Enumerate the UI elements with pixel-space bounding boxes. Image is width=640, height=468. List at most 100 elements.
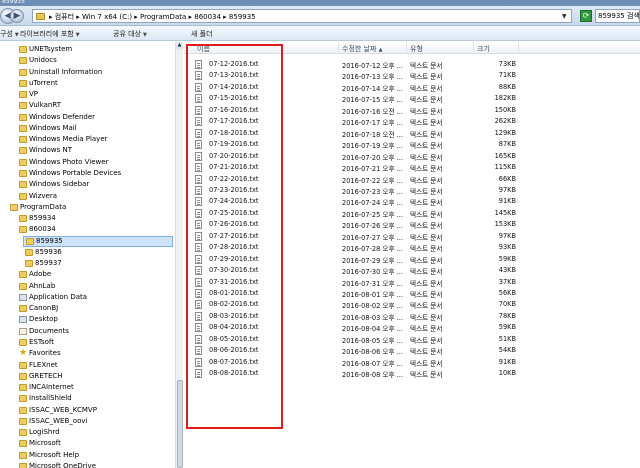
file-row[interactable]: 07-24-2016.txt 2016-07-24 오후 ... 텍스트 문서 91K… [184,196,640,207]
scroll-up-icon[interactable]: ▲ [176,42,183,50]
nav-item[interactable]: GRETECH [17,371,168,382]
file-row[interactable]: 07-26-2016.txt 2016-07-26 오후 ... 텍스트 문서 153… [184,219,640,230]
nav-item[interactable]: ISSAC_WEB_oovi [17,416,168,427]
scrollbar-thumb[interactable] [177,380,183,468]
address-path[interactable]: ▸ 컴퓨터 ▸ Win 7 x64 (C:) ▸ ProgramData ▸ 8… [49,12,256,22]
organize-menu[interactable]: 구성 ▼ [0,29,19,39]
file-row[interactable]: 07-20-2016.txt 2016-07-20 오후 ... 텍스트 문서 165… [184,151,640,162]
share-with-menu[interactable]: 공유 대상 ▼ [113,29,147,39]
column-date-label: 수정한 날짜 [342,45,377,53]
folder-icon [19,136,27,144]
file-row[interactable]: 08-06-2016.txt 2016-08-06 오후 ... 텍스트 문서 54K… [184,345,640,356]
file-size: 54KB [498,346,516,355]
file-row[interactable]: 07-18-2016.txt 2016-07-18 오전 ... 텍스트 문서 129… [184,128,640,139]
nav-item-label: Windows Portable Devices [29,168,122,177]
nav-item[interactable]: ★ Favorites [17,348,168,359]
nav-item[interactable]: 859935 [23,235,173,247]
file-row[interactable]: 07-31-2016.txt 2016-07-31 오후 ... 텍스트 문서 37K… [184,277,640,288]
nav-item[interactable]: ProgramData [8,202,168,213]
file-row[interactable]: 08-02-2016.txt 2016-08-02 오후 ... 텍스트 문서 70K… [184,299,640,310]
nav-item[interactable]: Application Data [17,292,168,303]
file-row[interactable]: 07-30-2016.txt 2016-07-30 오후 ... 텍스트 문서 43K… [184,265,640,276]
file-row[interactable]: 07-16-2016.txt 2016-07-16 오전 ... 텍스트 문서 150… [184,105,640,116]
nav-item[interactable]: Windows Photo Viewer [17,157,168,168]
nav-item[interactable]: Windows NT [17,145,168,156]
nav-item[interactable]: ESTsoft [17,337,168,348]
column-divider[interactable] [518,42,519,54]
column-divider[interactable] [406,42,407,54]
nav-item-label: LogiShrd [29,428,60,437]
nav-item[interactable]: Microsoft Help [17,450,168,461]
file-row[interactable]: 08-04-2016.txt 2016-08-04 오후 ... 텍스트 문서 59K… [184,322,640,333]
nav-item[interactable]: Uninstall Information [17,67,168,78]
nav-item[interactable]: ISSAC_WEB_KCMVP [17,405,168,416]
file-row[interactable]: 07-15-2016.txt 2016-07-15 오후 ... 텍스트 문서 182… [184,93,640,104]
nav-item[interactable]: Microsoft [17,438,168,449]
file-row[interactable]: 08-03-2016.txt 2016-08-03 오후 ... 텍스트 문서 78K… [184,311,640,322]
file-row[interactable]: 07-12-2016.txt 2016-07-12 오후 ... 텍스트 문서 73K… [184,59,640,70]
nav-item[interactable]: Microsoft OneDrive [17,461,168,468]
nav-item-label: Windows NT [29,146,72,155]
nav-item[interactable]: LogiShrd [17,427,168,438]
file-row[interactable]: 07-13-2016.txt 2016-07-13 오후 ... 텍스트 문서 71K… [184,70,640,81]
nav-item[interactable]: Windows Sidebar [17,179,168,190]
file-date: 2016-07-30 오후 ... [342,268,403,277]
column-size[interactable]: 크기 [477,44,490,54]
nav-item[interactable]: AhnLab [17,281,168,292]
column-date[interactable]: 수정한 날짜 ▲ [342,44,383,54]
nav-item[interactable]: Windows Defender [17,112,168,123]
search-input[interactable]: 859935 검색 [595,9,640,23]
new-folder-button[interactable]: 새 폴더 [191,29,213,39]
file-row[interactable]: 07-19-2016.txt 2016-07-19 오후 ... 텍스트 문서 87K… [184,139,640,150]
file-row[interactable]: 08-05-2016.txt 2016-08-05 오후 ... 텍스트 문서 51K… [184,334,640,345]
nav-item[interactable]: Documents [17,326,168,337]
nav-item[interactable]: uTorrent [17,78,168,89]
column-divider[interactable] [473,42,474,54]
include-in-library-menu[interactable]: 라이브러리에 포함 ▼ [20,29,80,39]
file-row[interactable]: 07-25-2016.txt 2016-07-25 오후 ... 텍스트 문서 145… [184,208,640,219]
nav-item[interactable]: 859934 [17,213,168,224]
file-row[interactable]: 07-14-2016.txt 2016-07-14 오후 ... 텍스트 문서 88K… [184,82,640,93]
address-field[interactable]: ▸ 컴퓨터 ▸ Win 7 x64 (C:) ▸ ProgramData ▸ 8… [32,9,572,23]
column-name[interactable]: 이름 [197,44,210,54]
file-type: 텍스트 문서 [410,153,443,162]
file-row[interactable]: 07-23-2016.txt 2016-07-23 오후 ... 텍스트 문서 97K… [184,185,640,196]
nav-scrollbar[interactable]: ▲ [175,42,183,468]
nav-item[interactable]: 860034 [17,224,168,235]
nav-item[interactable]: Adobe [17,269,168,280]
file-row[interactable]: 08-07-2016.txt 2016-08-07 오후 ... 텍스트 문서 91K… [184,357,640,368]
nav-item[interactable]: CanonBJ [17,303,168,314]
column-type[interactable]: 유형 [410,44,423,54]
file-row[interactable]: 07-28-2016.txt 2016-07-28 오후 ... 텍스트 문서 93K… [184,242,640,253]
folder-icon [19,372,27,380]
nav-item[interactable]: INCAInternet [17,382,168,393]
file-row[interactable]: 07-27-2016.txt 2016-07-27 오후 ... 텍스트 문서 97K… [184,231,640,242]
nav-item[interactable]: FLEXnet [17,360,168,371]
nav-item[interactable]: Windows Mail [17,123,168,134]
nav-item[interactable]: UNETsystem [17,44,168,55]
nav-item[interactable]: Windows Portable Devices [17,168,168,179]
forward-button[interactable]: ▶ [10,9,24,23]
nav-item[interactable]: Wizvera [17,191,168,202]
nav-item[interactable]: 859936 [23,247,168,258]
nav-item[interactable]: Unidocs [17,55,168,66]
refresh-button[interactable]: ⟳ [580,10,592,22]
file-row[interactable]: 07-22-2016.txt 2016-07-22 오후 ... 텍스트 문서 66K… [184,174,640,185]
address-dropdown-icon[interactable]: ▼ [562,13,567,20]
file-row[interactable]: 07-21-2016.txt 2016-07-21 오후 ... 텍스트 문서 115… [184,162,640,173]
nav-item[interactable]: Windows Media Player [17,134,168,145]
nav-item[interactable]: VulkanRT [17,100,168,111]
nav-item[interactable]: VP [17,89,168,100]
column-divider[interactable] [338,42,339,54]
nav-item[interactable]: InstallShield [17,393,168,404]
file-row[interactable]: 07-29-2016.txt 2016-07-29 오후 ... 텍스트 문서 59K… [184,254,640,265]
file-type: 텍스트 문서 [410,302,443,311]
file-row[interactable]: 08-08-2016.txt 2016-08-08 오후 ... 텍스트 문서 10K… [184,368,640,379]
file-row[interactable]: 08-01-2016.txt 2016-08-01 오후 ... 텍스트 문서 56K… [184,288,640,299]
file-row[interactable]: 07-17-2016.txt 2016-07-17 오후 ... 텍스트 문서 262… [184,116,640,127]
folder-icon [25,248,33,256]
nav-item[interactable]: Desktop [17,314,168,325]
file-name: 07-14-2016.txt [209,82,259,91]
nav-item[interactable]: 859937 [23,258,168,269]
nav-item-label: 859934 [29,214,56,223]
